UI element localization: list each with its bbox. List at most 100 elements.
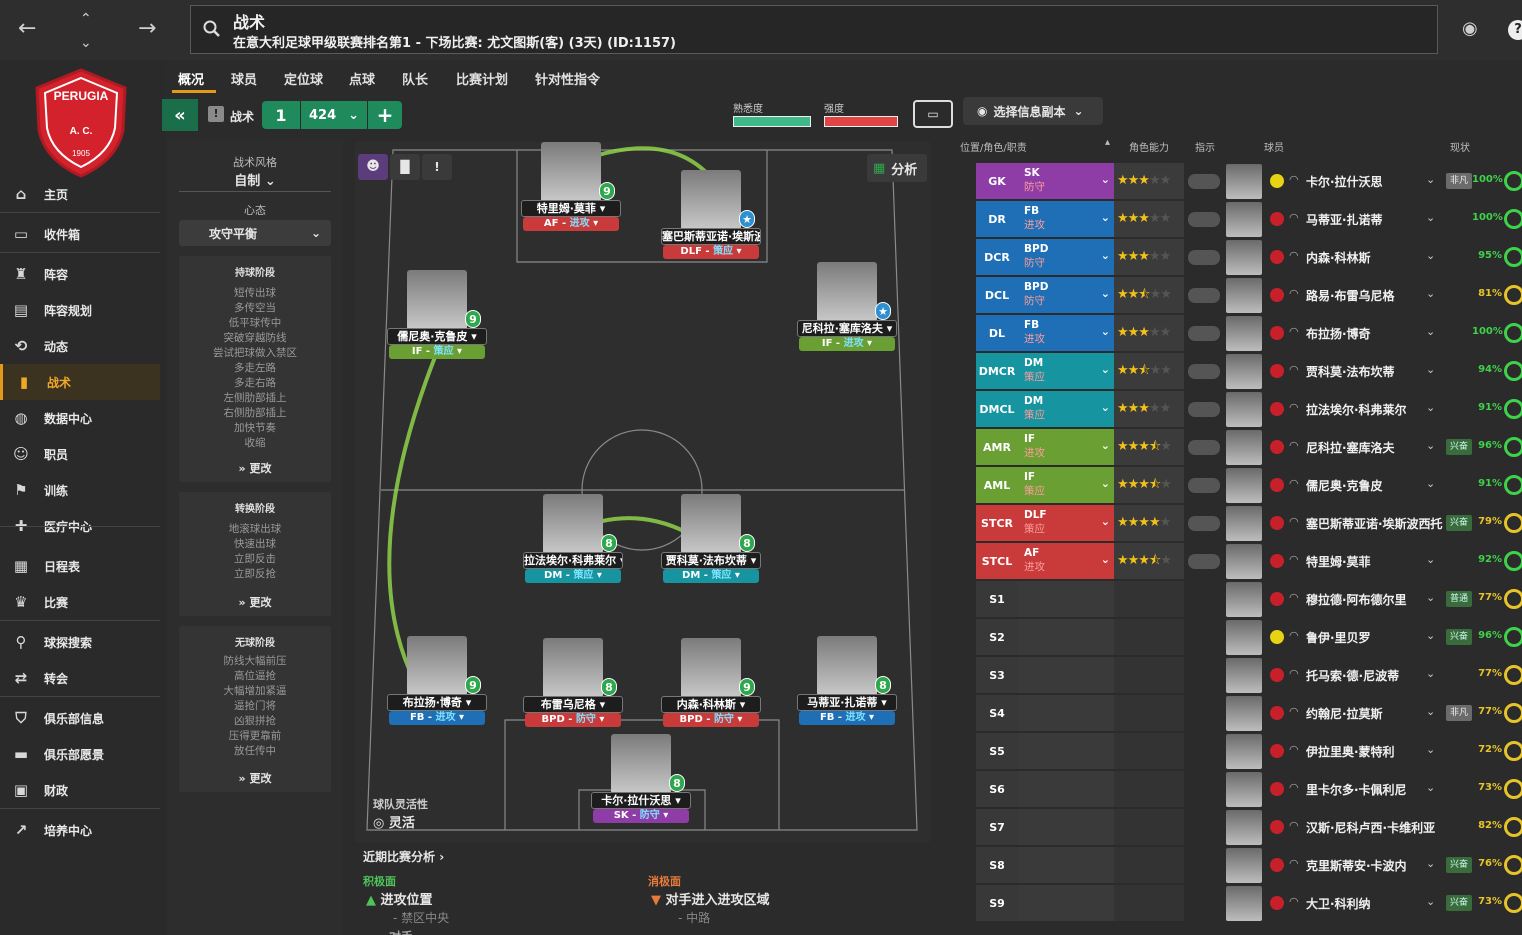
role-cell[interactable]: FB 进攻 ⌄ <box>1018 315 1114 351</box>
sidebar-item-17[interactable]: ↗ 培养中心 <box>0 812 160 848</box>
chevron-down-icon[interactable]: ⌄ <box>1426 287 1435 300</box>
player-name[interactable]: 儒尼奥·克鲁皮 <box>1306 477 1383 494</box>
player-name[interactable]: 马蒂亚·扎诺蒂 ▾ <box>797 694 897 711</box>
chevron-down-icon[interactable]: ⌄ <box>1426 553 1435 566</box>
instruction-toggle-icon[interactable] <box>1188 364 1220 379</box>
recent-analysis-link[interactable]: 近期比赛分析 › <box>363 848 444 865</box>
table-row[interactable]: S2 ◠ 鲁伊·里贝罗 ⌄ 兴奋 96% <box>976 619 1522 657</box>
table-row[interactable]: STCL AF 进攻 ⌄ ★★★⯪★ ◠ 特里姆·莫菲 ⌄ 92% <box>976 543 1522 581</box>
chevron-down-icon[interactable]: ⌄ <box>1426 667 1435 680</box>
player-name[interactable]: 内森·科林斯 ▾ <box>661 696 761 713</box>
info-view-dropdown[interactable]: ◉ 选择信息副本 ⌄ <box>963 97 1103 125</box>
chevron-down-icon[interactable]: ⌄ <box>1426 439 1435 452</box>
chevron-down-icon[interactable]: ⌄ <box>1426 211 1435 224</box>
chevron-down-icon[interactable]: ⌄ <box>1426 401 1435 414</box>
formation-dropdown[interactable]: 424 ⌄ <box>301 101 367 129</box>
player-name[interactable]: 穆拉德·阿布德尔里 <box>1306 591 1407 608</box>
tab-0[interactable]: 概况 <box>178 69 204 88</box>
player-name[interactable]: 塞巴斯蒂亚诺·埃斯波西托 <box>1306 515 1443 532</box>
tactics-pitch[interactable]: ☻ ▐▌ ! ▦分析 9特里姆·莫菲 ▾AF - 进攻 ▾★塞巴斯蒂亚诺·埃斯波… <box>355 142 930 842</box>
sidebar-item-0[interactable]: ⌂ 主页 <box>0 176 160 212</box>
header-player[interactable]: 球员 <box>1264 139 1284 154</box>
player-name[interactable]: 布拉扬·博奇 <box>1306 325 1371 342</box>
chevron-up-icon[interactable]: ⌃ <box>80 8 92 30</box>
table-row[interactable]: S9 ◠ 大卫·科利纳 ⌄ 兴奋 73% <box>976 885 1522 923</box>
alert-view-icon[interactable]: ! <box>422 154 452 180</box>
style-dropdown[interactable]: 自制 ⌄ <box>167 170 343 189</box>
tactic-slot-button[interactable]: 1 <box>262 101 300 129</box>
sidebar-item-13[interactable]: ⇄ 转会 <box>0 660 160 696</box>
player-name[interactable]: 大卫·科利纳 <box>1306 895 1371 912</box>
tab-4[interactable]: 队长 <box>402 69 428 88</box>
table-row[interactable]: S1 ◠ 穆拉德·阿布德尔里 ⌄ 普通 77% <box>976 581 1522 619</box>
sidebar-item-16[interactable]: ▣ 财政 <box>0 772 160 808</box>
player-name[interactable]: 马蒂亚·扎诺蒂 <box>1306 211 1383 228</box>
table-row[interactable]: S7 ◠ 汉斯·尼科卢西·卡维利亚 ⌄ 82% <box>976 809 1522 847</box>
header-status[interactable]: 现状 <box>1450 139 1470 154</box>
instruction-toggle-icon[interactable] <box>1188 212 1220 227</box>
header-instructions[interactable]: 指示 <box>1195 139 1215 154</box>
role-cell[interactable]: AF 进攻 ⌄ <box>1018 543 1114 579</box>
tab-1[interactable]: 球员 <box>231 69 257 88</box>
player-name[interactable]: 拉法埃尔·科弗莱尔 ▾ <box>523 552 623 569</box>
chevron-down-icon[interactable]: ⌄ <box>1426 477 1435 490</box>
player-name[interactable]: 特里姆·莫菲 <box>1306 553 1371 570</box>
player-role-dropdown[interactable]: AF - 进攻 ▾ <box>523 217 619 231</box>
player-name[interactable]: 布雷乌尼格 ▾ <box>523 696 623 713</box>
chevron-down-icon[interactable]: ⌄ <box>1426 781 1435 794</box>
header-role-ability[interactable]: 角色能力 <box>1129 139 1169 154</box>
chevron-down-icon[interactable]: ⌄ <box>1426 629 1435 642</box>
player-view-icon[interactable]: ☻ <box>358 154 388 180</box>
role-cell[interactable]: DLF 策应 ⌄ <box>1018 505 1114 541</box>
sidebar-item-10[interactable]: ▦ 日程表 <box>0 548 160 584</box>
table-row[interactable]: DMCL DM 策应 ⌄ ★★★★★ ◠ 拉法埃尔·科弗莱尔 ⌄ 91% <box>976 391 1522 429</box>
instruction-toggle-icon[interactable] <box>1188 402 1220 417</box>
chevron-down-icon[interactable]: ⌄ <box>1426 591 1435 604</box>
player-name[interactable]: 拉法埃尔·科弗莱尔 <box>1306 401 1407 418</box>
player-name[interactable]: 里卡尔多·卡佩利尼 <box>1306 781 1407 798</box>
player-name[interactable]: 托马索·德·尼波蒂 <box>1306 667 1399 684</box>
instruction-toggle-icon[interactable] <box>1188 516 1220 531</box>
table-row[interactable]: S8 ◠ 克里斯蒂安·卡波内 ⌄ 兴奋 76% <box>976 847 1522 885</box>
player-role-dropdown[interactable]: FB - 进攻 ▾ <box>799 711 895 725</box>
player-role-dropdown[interactable]: BPD - 防守 ▾ <box>663 713 759 727</box>
table-row[interactable]: DCL BPD 防守 ⌄ ★★⯪★★ ◠ 路易·布雷乌尼格 ⌄ 81% <box>976 277 1522 315</box>
player-name[interactable]: 贾科莫·法布坎蒂 <box>1306 363 1395 380</box>
sidebar-item-12[interactable]: ⚲ 球探搜索 <box>0 624 160 660</box>
instruction-toggle-icon[interactable] <box>1188 554 1220 569</box>
help-icon[interactable]: ? <box>1508 20 1522 40</box>
instruction-toggle-icon[interactable] <box>1188 174 1220 189</box>
chevron-down-icon[interactable]: ⌄ <box>80 32 92 54</box>
possession-change-button[interactable]: » 更改 <box>179 460 331 476</box>
table-row[interactable]: DCR BPD 防守 ⌄ ★★★★★ ◠ 内森·科林斯 ⌄ 95% <box>976 239 1522 277</box>
sidebar-item-6[interactable]: ◍ 数据中心 <box>0 400 160 436</box>
sidebar-item-8[interactable]: ⚑ 训练 <box>0 472 160 508</box>
player-name[interactable]: 路易·布雷乌尼格 <box>1306 287 1395 304</box>
forward-arrow-icon[interactable]: → <box>138 18 156 40</box>
sidebar-item-5[interactable]: ▮ 战术 <box>0 364 160 400</box>
globe-icon[interactable]: ◉ <box>1462 18 1478 40</box>
sidebar-item-7[interactable]: ☺ 职员 <box>0 436 160 472</box>
chevron-down-icon[interactable]: ⌄ <box>1426 515 1435 528</box>
instruction-toggle-icon[interactable] <box>1188 250 1220 265</box>
role-cell[interactable]: BPD 防守 ⌄ <box>1018 277 1114 313</box>
player-role-dropdown[interactable]: DLF - 策应 ▾ <box>663 245 759 259</box>
chevron-down-icon[interactable]: ⌄ <box>1426 857 1435 870</box>
player-name[interactable]: 约翰尼·拉莫斯 <box>1306 705 1383 722</box>
search-bar[interactable]: 战术 在意大利足球甲级联赛排名第1 - 下场比赛: 尤文图斯(客) (3天) (… <box>190 5 1438 54</box>
table-row[interactable]: AML IF 策应 ⌄ ★★★⯪★ ◠ 儒尼奥·克鲁皮 ⌄ 91% <box>976 467 1522 505</box>
mentality-dropdown[interactable]: 攻守平衡 ⌄ <box>179 220 331 246</box>
role-cell[interactable]: IF 进攻 ⌄ <box>1018 429 1114 465</box>
chevron-down-icon[interactable]: ⌄ <box>1426 819 1435 832</box>
table-row[interactable]: STCR DLF 策应 ⌄ ★★★★★ ◠ 塞巴斯蒂亚诺·埃斯波西托 ⌄ 兴奋 79% <box>976 505 1522 543</box>
table-row[interactable]: S3 ◠ 托马索·德·尼波蒂 ⌄ 77% <box>976 657 1522 695</box>
table-row[interactable]: DL FB 进攻 ⌄ ★★★★★ ◠ 布拉扬·博奇 ⌄ 100% <box>976 315 1522 353</box>
instruction-toggle-icon[interactable] <box>1188 288 1220 303</box>
table-row[interactable]: AMR IF 进攻 ⌄ ★★★⯪★ ◠ 尼科拉·塞库洛夫 ⌄ 兴奋 96% <box>976 429 1522 467</box>
table-row[interactable]: S6 ◠ 里卡尔多·卡佩利尼 ⌄ 73% <box>976 771 1522 809</box>
role-cell[interactable]: DM 策应 ⌄ <box>1018 391 1114 427</box>
flexibility-value[interactable]: ◎ 灵活 <box>373 812 415 831</box>
player-role-dropdown[interactable]: BPD - 防守 ▾ <box>525 713 621 727</box>
stats-view-icon[interactable]: ▐▌ <box>390 154 420 180</box>
instruction-toggle-icon[interactable] <box>1188 440 1220 455</box>
